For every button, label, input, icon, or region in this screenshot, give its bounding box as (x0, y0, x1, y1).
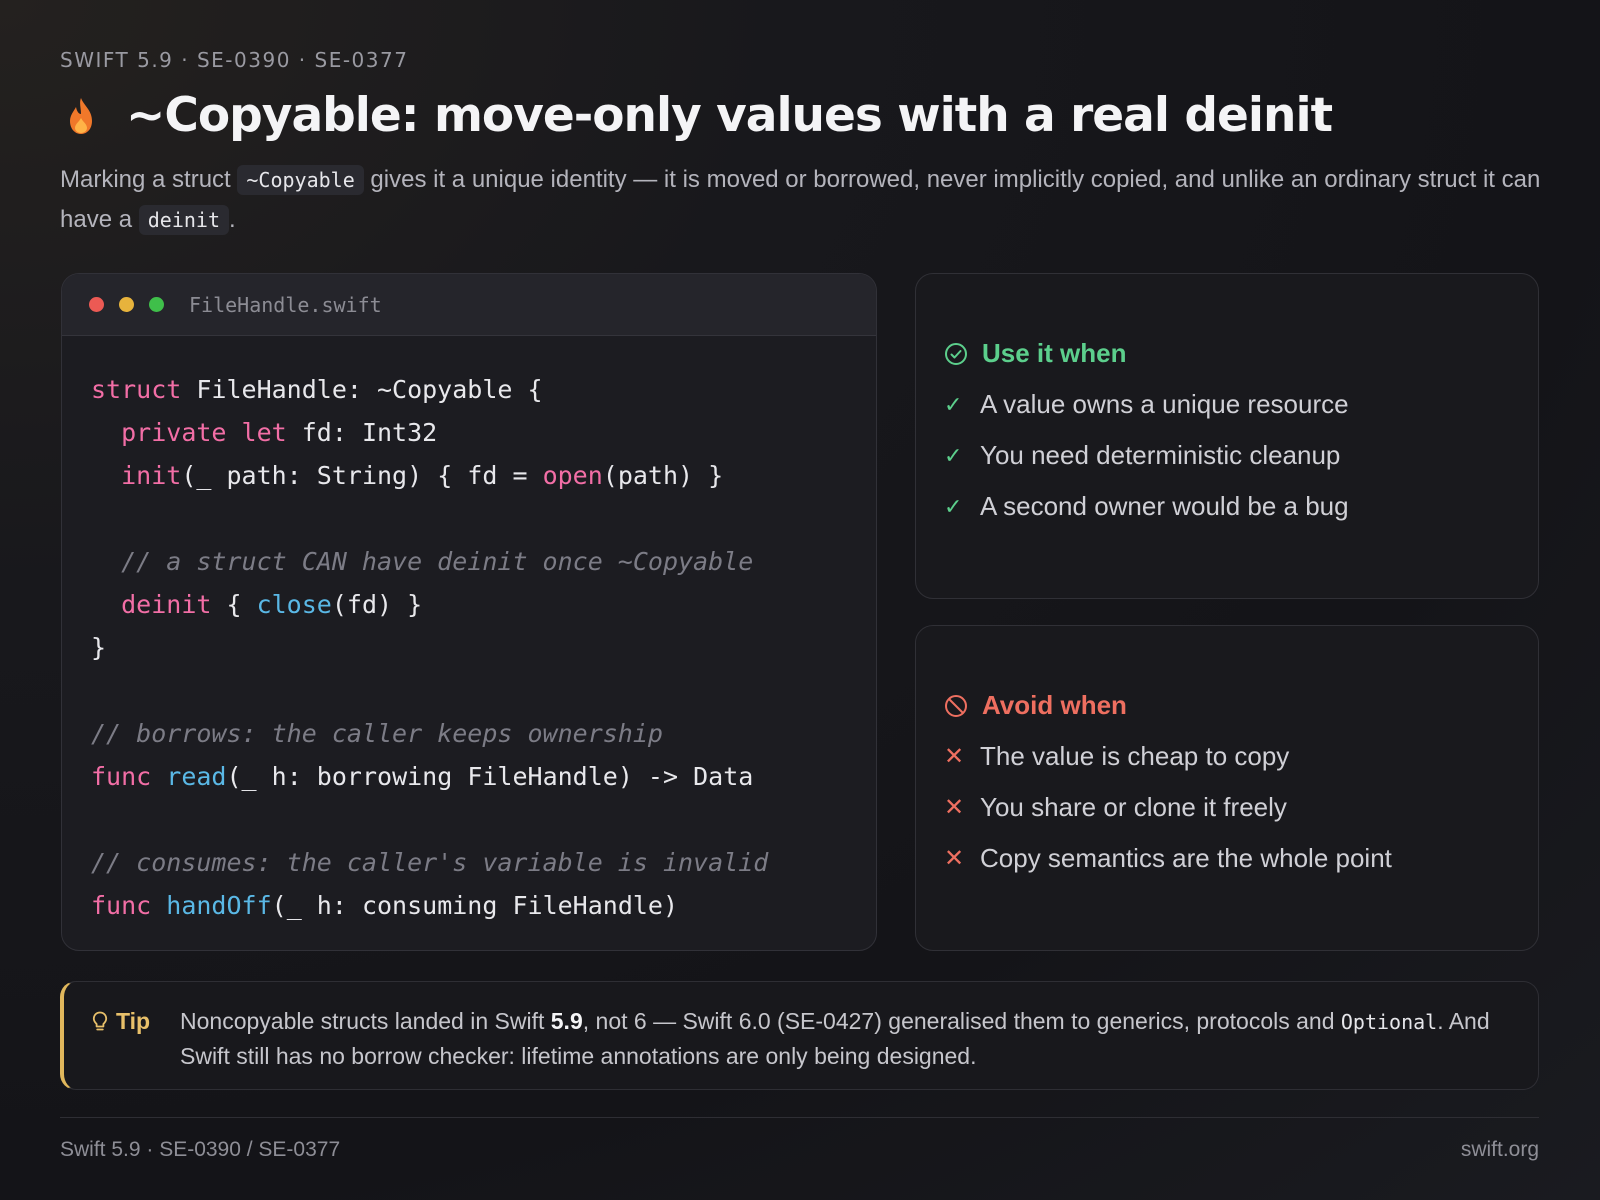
lightbulb-icon (92, 1011, 108, 1031)
code-token: private (121, 418, 227, 447)
maximize-dot-icon (149, 297, 164, 312)
code-token: deinit (121, 590, 212, 619)
list-item: ✓ A second owner would be a bug (944, 481, 1538, 532)
code-token: func (91, 762, 152, 791)
code-token: (_ h: consuming FileHandle) (271, 891, 679, 920)
tip-label: Tip (92, 1004, 180, 1089)
list-item: ✕ You share or clone it freely (944, 782, 1538, 833)
close-dot-icon (89, 297, 104, 312)
list-item-text: You share or clone it freely (980, 792, 1287, 822)
code-token: func (91, 891, 152, 920)
code-line: func read(_ h: borrowing FileHandle) -> … (91, 755, 876, 798)
list-item-text: A second owner would be a bug (980, 491, 1349, 521)
lede-text: . (228, 206, 236, 233)
prohibited-icon (945, 694, 967, 717)
code-token: // consumes: the caller's variable is in… (91, 848, 769, 877)
tip-text-part: , not 6 — Swift 6.0 (SE-0427) generalise… (582, 1008, 1341, 1034)
tip-label-text: Tip (116, 1008, 151, 1034)
list-item-text: Copy semantics are the whole point (980, 843, 1392, 873)
title-row: ~Copyable: move-only values with a real … (60, 88, 1333, 143)
list-item: ✓ You need deterministic cleanup (944, 430, 1538, 481)
code-token: handOff (166, 891, 272, 920)
code-token: (fd) } (331, 590, 423, 619)
code-filename: FileHandle.swift (189, 292, 382, 317)
code-line: deinit { close(fd) } (91, 583, 876, 626)
code-line: private let fd: Int32 (91, 411, 876, 454)
code-token: struct (91, 375, 182, 404)
footer-left: Swift 5.9 · SE-0390 / SE-0377 (60, 1138, 341, 1161)
use-card-title: Use it when (982, 338, 1127, 368)
minimize-dot-icon (119, 297, 134, 312)
footer-link[interactable]: swift.org (1461, 1138, 1539, 1162)
code-token: let (241, 418, 287, 447)
avoid-card-header: Avoid when (944, 690, 1538, 721)
inline-code-optional: Optional (1340, 1010, 1438, 1034)
code-line: // a struct CAN have deinit once ~Copyab… (91, 540, 876, 583)
code-body: struct FileHandle: ~Copyable { private l… (62, 336, 876, 927)
tip-text-part: Noncopyable structs landed in Swift (180, 1008, 551, 1034)
code-token: } (91, 633, 107, 662)
code-token: // borrows: the caller keeps ownership (91, 719, 663, 748)
tip-text: Noncopyable structs landed in Swift 5.9,… (180, 1004, 1508, 1089)
code-window-titlebar: FileHandle.swift (62, 274, 876, 336)
code-line: func handOff(_ h: consuming FileHandle) (91, 884, 876, 927)
code-line: } (91, 626, 876, 669)
code-line: // borrows: the caller keeps ownership (91, 712, 876, 755)
list-item: ✓ A value owns a unique resource (944, 379, 1538, 430)
inline-code-deinit: deinit (138, 205, 229, 235)
lede-paragraph: Marking a struct ~Copyable gives it a un… (60, 160, 1550, 240)
code-window: FileHandle.swift struct FileHandle: ~Cop… (61, 273, 877, 951)
code-token: open (542, 461, 603, 490)
use-it-when-card: Use it when ✓ A value owns a unique resou… (915, 273, 1539, 599)
eyebrow: SWIFT 5.9 · SE-0390 · SE-0377 (60, 48, 409, 72)
code-token: (_ path: String) { fd = (181, 461, 543, 490)
inline-code-copyable: ~Copyable (237, 165, 364, 195)
code-token: (path) } (602, 461, 724, 490)
list-item-text: The value is cheap to copy (980, 741, 1290, 771)
tip-callout: Tip Noncopyable structs landed in Swift … (60, 981, 1539, 1090)
code-token: close (256, 590, 332, 619)
list-item: ✕ The value is cheap to copy (944, 731, 1538, 782)
code-token: fd: Int32 (286, 418, 438, 447)
use-card-header: Use it when (944, 338, 1538, 369)
code-line: struct FileHandle: ~Copyable { (91, 368, 876, 411)
footer-divider (60, 1117, 1539, 1118)
code-token: (_ h: borrowing FileHandle) -> Data (226, 762, 754, 791)
list-item-text: You need deterministic cleanup (980, 440, 1341, 470)
code-token: FileHandle: ~Copyable { (181, 375, 543, 404)
code-line: // consumes: the caller's variable is in… (91, 841, 876, 884)
cross-icon: ✕ (944, 794, 965, 821)
list-item-text: A value owns a unique resource (980, 389, 1349, 419)
list-item: ✕ Copy semantics are the whole point (944, 833, 1538, 884)
check-circle-icon (945, 342, 967, 365)
tip-version: 5.9 (550, 1008, 583, 1034)
check-icon: ✓ (944, 442, 963, 468)
check-icon: ✓ (944, 493, 963, 519)
cross-icon: ✕ (944, 743, 965, 770)
code-line: init(_ path: String) { fd = open(path) } (91, 454, 876, 497)
check-icon: ✓ (944, 391, 963, 417)
flame-icon (70, 97, 92, 134)
cross-icon: ✕ (944, 845, 965, 872)
code-token: read (166, 762, 227, 791)
avoid-when-card: Avoid when ✕ The value is cheap to copy ✕… (915, 625, 1539, 951)
lede-text: Marking a struct (60, 166, 238, 193)
code-token: // a struct CAN have deinit once ~Copyab… (121, 547, 754, 576)
page-title: ~Copyable: move-only values with a real … (126, 88, 1333, 143)
code-token: init (121, 461, 182, 490)
avoid-card-title: Avoid when (982, 690, 1127, 720)
code-token: { (211, 590, 257, 619)
